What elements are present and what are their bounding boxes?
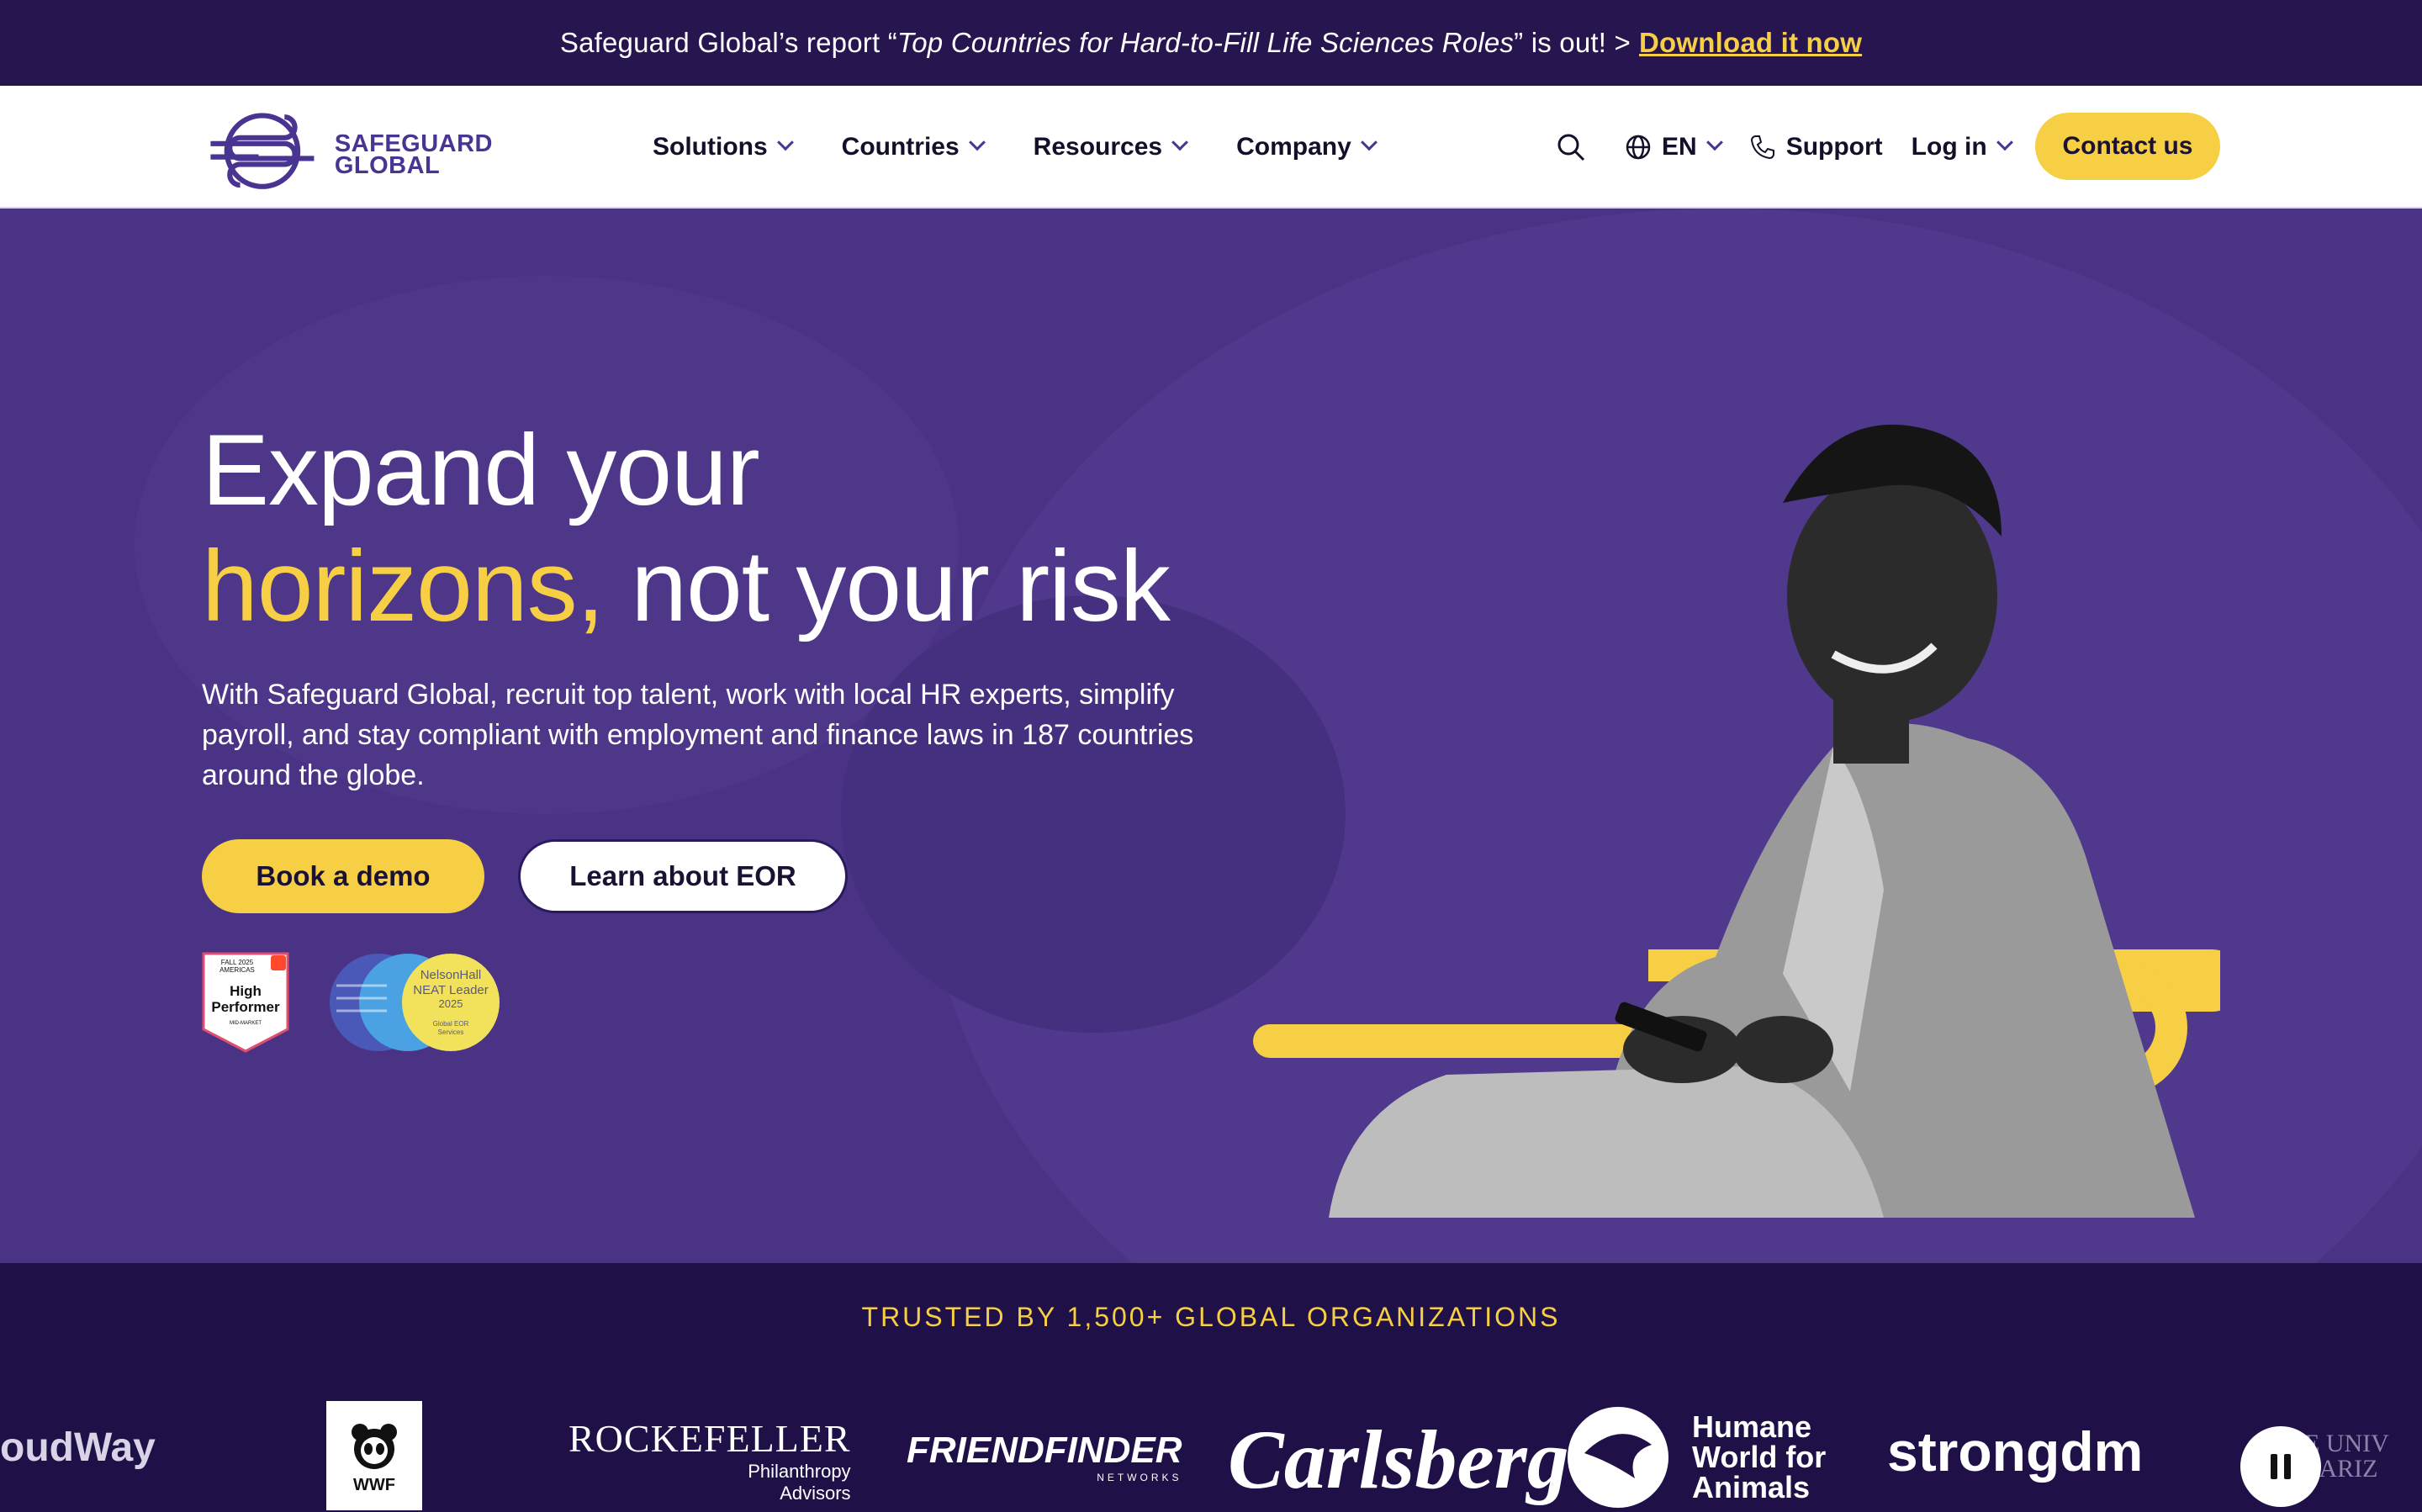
nav-company-label: Company [1236,133,1351,161]
pause-icon-bar [2284,1454,2291,1479]
chevron-down-icon [1705,134,1723,151]
panda-icon [352,1423,397,1469]
language-label: EN [1662,133,1697,161]
chevron-down-icon [968,134,986,151]
hero-title-line2: not your risk [603,530,1171,642]
g2-high-performer-badge: FALL 2025 AMERICAS High Performer MID-MA… [202,952,289,1053]
site-header: SAFEGUARD GLOBAL Solutions Countries Res… [0,86,2422,209]
login-label: Log in [1911,133,1987,161]
g2-badge-line2: AMERICAS [219,966,255,974]
header-utilities: EN Support Log in [1556,86,2039,209]
nav-countries[interactable]: Countries [841,133,986,161]
hero-description: With Safeguard Global, recruit top talen… [202,679,1194,791]
nelsonhall-line4: Global EOR [433,1020,469,1028]
nelsonhall-neat-badge: NelsonHall NEAT Leader 2025 Global EOR S… [330,954,500,1051]
rockefeller-logo-text: ROCKEFELLER [568,1417,851,1460]
humane-line1: Humane [1692,1409,1812,1444]
strongdm-logo-text: strongdm [1887,1420,2144,1483]
nelsonhall-line3: 2025 [439,997,463,1010]
support-label: Support [1785,133,1883,161]
nelsonhall-line1: NelsonHall [420,968,482,982]
cloudway-logo-text: oudWay [0,1425,156,1470]
site-logo[interactable]: SAFEGUARD GLOBAL [207,104,493,205]
language-selector[interactable]: EN [1625,133,1723,161]
rockefeller-sub2: Advisors [780,1483,851,1504]
contact-us-button[interactable]: Contact us [2035,113,2220,180]
g2-badge-line1: FALL 2025 [221,959,254,966]
safeguard-logo-icon [210,113,315,189]
friendfinder-logo: FRIENDFINDER NETWORKS [907,1430,1182,1483]
rockefeller-sub1: Philanthropy [748,1461,851,1482]
hero-section: Expand your horizons, not your risk With… [0,209,2422,1263]
wwf-logo: WWF [326,1401,422,1510]
friendfinder-logo-text: FRIENDFINDER [907,1430,1182,1471]
chevron-down-icon [776,134,794,151]
nav-solutions[interactable]: Solutions [653,133,794,161]
carlsberg-logo-text: Carlsberg [1228,1413,1569,1506]
chevron-down-icon [1360,134,1378,151]
search-icon [1557,134,1585,161]
cloudway-logo: oudWay [0,1425,156,1471]
logo-line2: GLOBAL [334,152,441,179]
book-demo-button[interactable]: Book a demo [202,839,484,913]
nav-resources-label: Resources [1033,133,1163,161]
trusted-title: TRUSTED BY 1,500+ GLOBAL ORGANIZATIONS [861,1302,1561,1332]
nav-company[interactable]: Company [1236,133,1378,161]
g2-badge-title1: High [230,983,262,999]
wwf-logo-text: WWF [353,1475,395,1494]
learn-eor-button[interactable]: Learn about EOR [518,839,848,913]
announcement-bar: Safeguard Global’s report “Top Countries… [0,0,2422,86]
pause-icon-bar [2271,1454,2277,1479]
login-menu[interactable]: Log in [1911,133,2013,161]
logo-wordmark: SAFEGUARD GLOBAL [334,132,493,179]
nav-solutions-label: Solutions [653,133,768,161]
client-logo-carousel: oudWay WWF ROCKEFELLER Philanthropy Advi… [0,1396,2422,1512]
humane-line2: World for [1692,1440,1827,1474]
nav-resources[interactable]: Resources [1033,133,1188,161]
globe-icon [1626,135,1651,160]
humane-world-icon [1568,1407,1668,1508]
hero-person-image [1253,424,2220,1218]
phone-icon [1750,135,1774,160]
g2-badge-title2: Performer [211,999,280,1015]
hero-title-line1: Expand your [202,414,760,526]
chevron-down-icon [1996,134,2013,151]
download-report-link[interactable]: Download it now [1639,27,1862,59]
nav-countries-label: Countries [841,133,960,161]
chevron-down-icon [1171,134,1188,151]
rockefeller-logo: ROCKEFELLER Philanthropy Advisors [568,1416,851,1504]
g2-badge-footer: MID-MARKET [230,1021,262,1026]
support-link[interactable]: Support [1749,133,1883,161]
hero-title-accent: horizons, [202,530,605,642]
announcement-report-title: Top Countries for Hard-to-Fill Life Scie… [896,27,1515,58]
nelsonhall-line2: NEAT Leader [413,983,489,997]
announcement-prefix: Safeguard Global’s report “ [559,27,897,58]
trusted-logos-section: TRUSTED BY 1,500+ GLOBAL ORGANIZATIONS o… [0,1263,2422,1512]
carousel-pause-button[interactable] [2240,1426,2321,1507]
strongdm-logo: strongdm [1887,1419,2143,1483]
humane-world-logo: Humane World for Animals [1559,1403,1826,1512]
carlsberg-logo: Carlsberg [1228,1411,1569,1508]
hero-title: Expand your horizons, not your risk [202,412,1171,644]
announcement-suffix: ” is out! > [1514,27,1631,58]
humane-line3: Animals [1692,1470,1811,1504]
nelsonhall-line5: Services [438,1028,464,1036]
search-button[interactable] [1556,132,1596,162]
main-nav: Solutions Countries Resources Company [653,86,1425,209]
friendfinder-sub: NETWORKS [1097,1472,1182,1483]
